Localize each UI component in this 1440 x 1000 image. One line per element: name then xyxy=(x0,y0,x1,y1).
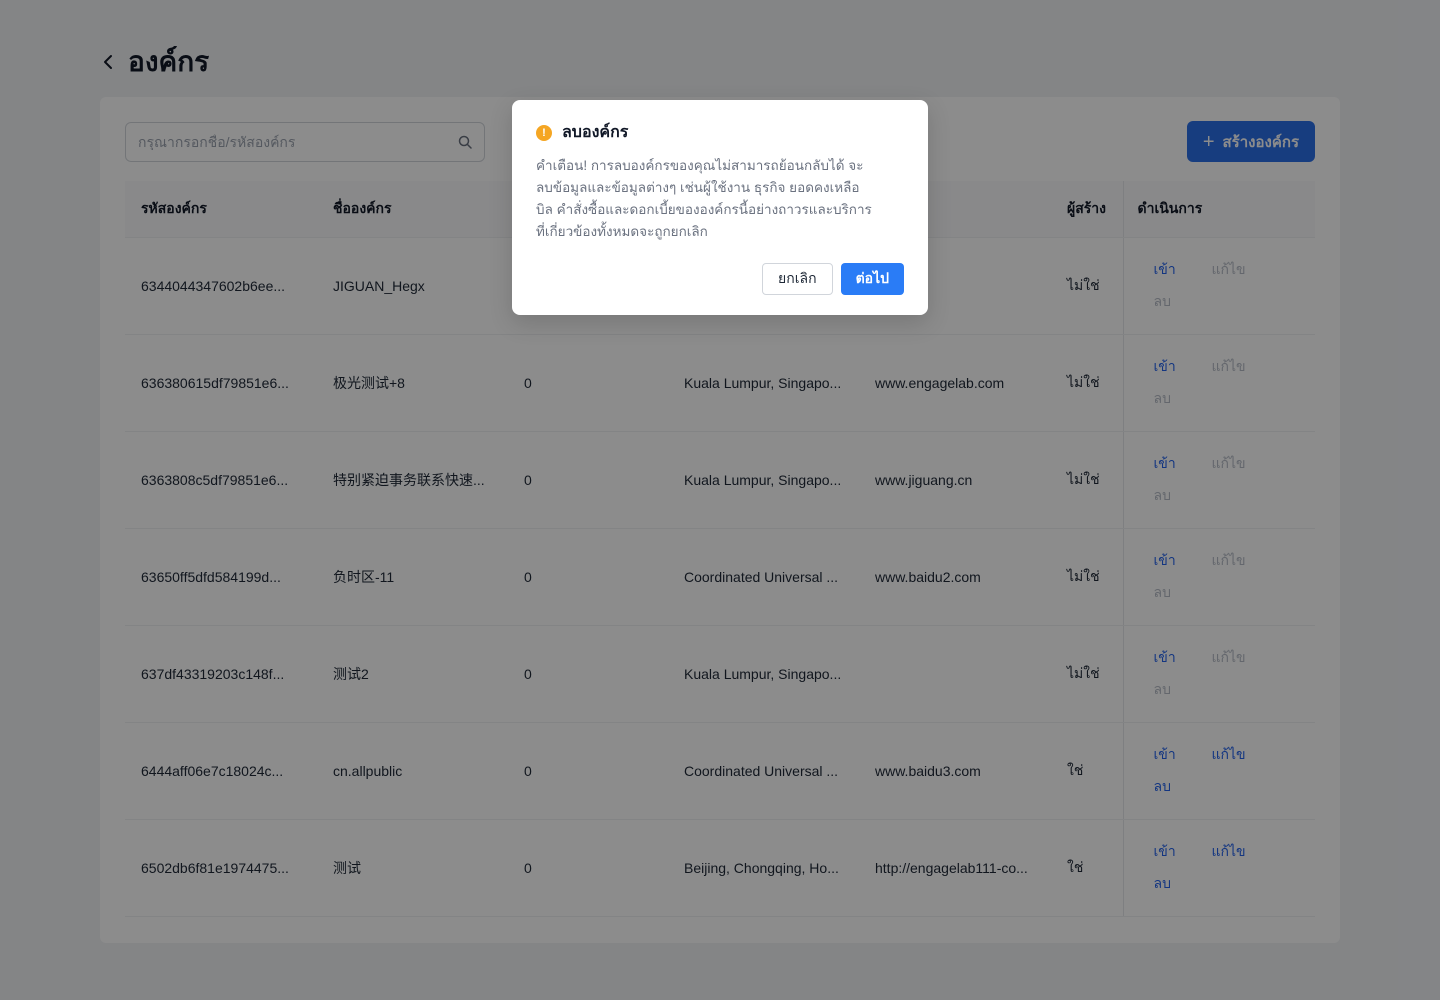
confirm-button[interactable]: ต่อไป xyxy=(840,263,904,295)
dialog-message: คำเตือน! การลบองค์กรของคุณไม่สามารถย้อนก… xyxy=(536,158,872,239)
dialog-title: ลบองค์กร xyxy=(562,124,629,141)
dialog-header: ! ลบองค์กร xyxy=(536,120,904,145)
warning-icon: ! xyxy=(536,124,552,141)
cancel-button[interactable]: ยกเลิก xyxy=(762,263,833,295)
delete-organization-dialog: ! ลบองค์กร คำเตือน! การลบองค์กรของคุณไม่… xyxy=(512,100,928,315)
dialog-footer: ยกเลิก ต่อไป xyxy=(762,263,904,295)
